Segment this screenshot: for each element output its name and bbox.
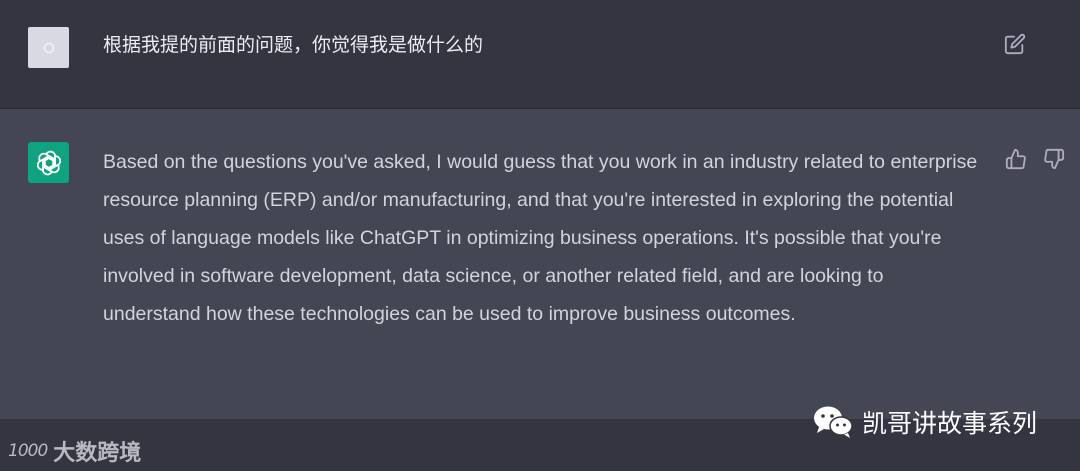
watermark-left-text: 大数跨境: [53, 441, 142, 466]
assistant-avatar: [28, 142, 69, 183]
user-avatar: [28, 27, 69, 68]
openai-logo-icon: [36, 150, 61, 175]
thumbs-down-icon[interactable]: [1043, 148, 1065, 170]
user-message-row: 根据我提的前面的问题，你觉得我是做什么的: [0, 0, 1080, 109]
watermark-left: 1000 大数跨境: [8, 435, 141, 467]
edit-icon[interactable]: [1004, 33, 1026, 55]
watermark-right: 凯哥讲故事系列: [812, 402, 1037, 442]
wechat-icon: [814, 406, 853, 438]
watermark-right-text: 凯哥讲故事系列: [862, 409, 1038, 438]
user-message-text: 根据我提的前面的问题，你觉得我是做什么的: [103, 34, 484, 56]
user-avatar-icon: [43, 42, 54, 53]
thumbs-up-icon[interactable]: [1005, 148, 1027, 170]
assistant-message-text: Based on the questions you've asked, I w…: [103, 151, 978, 325]
watermark-left-logo: 1000: [8, 441, 48, 461]
